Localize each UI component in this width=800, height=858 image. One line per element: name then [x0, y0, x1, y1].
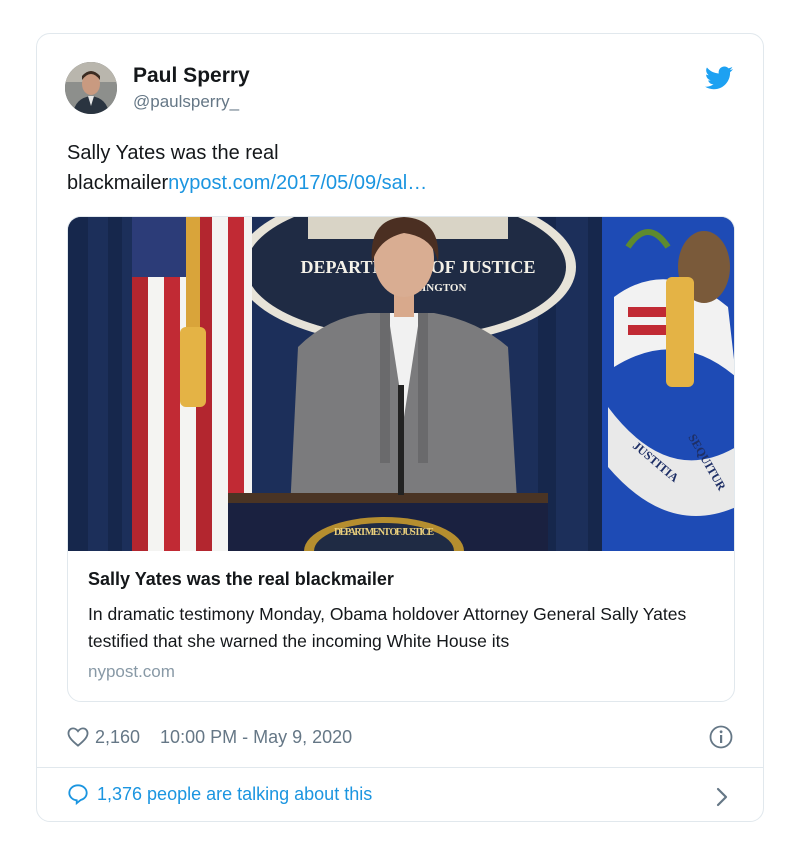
- chevron-right-icon[interactable]: [715, 786, 729, 808]
- tweet-body: Sally Yates was the real: [67, 142, 279, 164]
- link-preview-card[interactable]: DEPARTMENT OF JUSTICE WASHINGTON JUSTITI…: [67, 216, 735, 702]
- tweet-body-tail: blackmailer: [67, 172, 169, 194]
- heart-icon[interactable]: [67, 727, 89, 747]
- speech-bubble-icon: [68, 784, 88, 805]
- link-card-description: In dramatic testimony Monday, Obama hold…: [88, 604, 687, 651]
- tweet-meta: 2,160 10:00 PM - May 9, 2020: [67, 724, 352, 750]
- tweet-link[interactable]: nypost.com/2017/05/09/sal…: [168, 172, 427, 194]
- article-photo[interactable]: DEPARTMENT OF JUSTICE WASHINGTON JUSTITI…: [68, 217, 735, 551]
- like-count[interactable]: 2,160: [95, 727, 140, 748]
- link-card-title[interactable]: Sally Yates was the real blackmailer: [88, 569, 394, 590]
- tweet-text: Sally Yates was the real blackmailernypo…: [67, 138, 727, 198]
- tweet-timestamp[interactable]: 10:00 PM - May 9, 2020: [160, 727, 352, 748]
- conversation-link[interactable]: 1,376 people are talking about this: [67, 783, 372, 805]
- author-name[interactable]: Paul Sperry: [133, 64, 250, 88]
- talking-count[interactable]: 1,376 people are talking about this: [97, 784, 372, 805]
- author-avatar[interactable]: [65, 62, 117, 114]
- info-icon[interactable]: [709, 725, 733, 749]
- divider: [37, 767, 763, 768]
- author-handle[interactable]: @paulsperry_: [133, 92, 239, 112]
- tweet-card: Paul Sperry @paulsperry_ Sally Yates was…: [36, 33, 764, 822]
- podium-text: DEPARTMENT OF JUSTICE: [334, 527, 434, 538]
- twitter-bird-icon[interactable]: [705, 66, 733, 90]
- link-card-domain: nypost.com: [88, 662, 175, 681]
